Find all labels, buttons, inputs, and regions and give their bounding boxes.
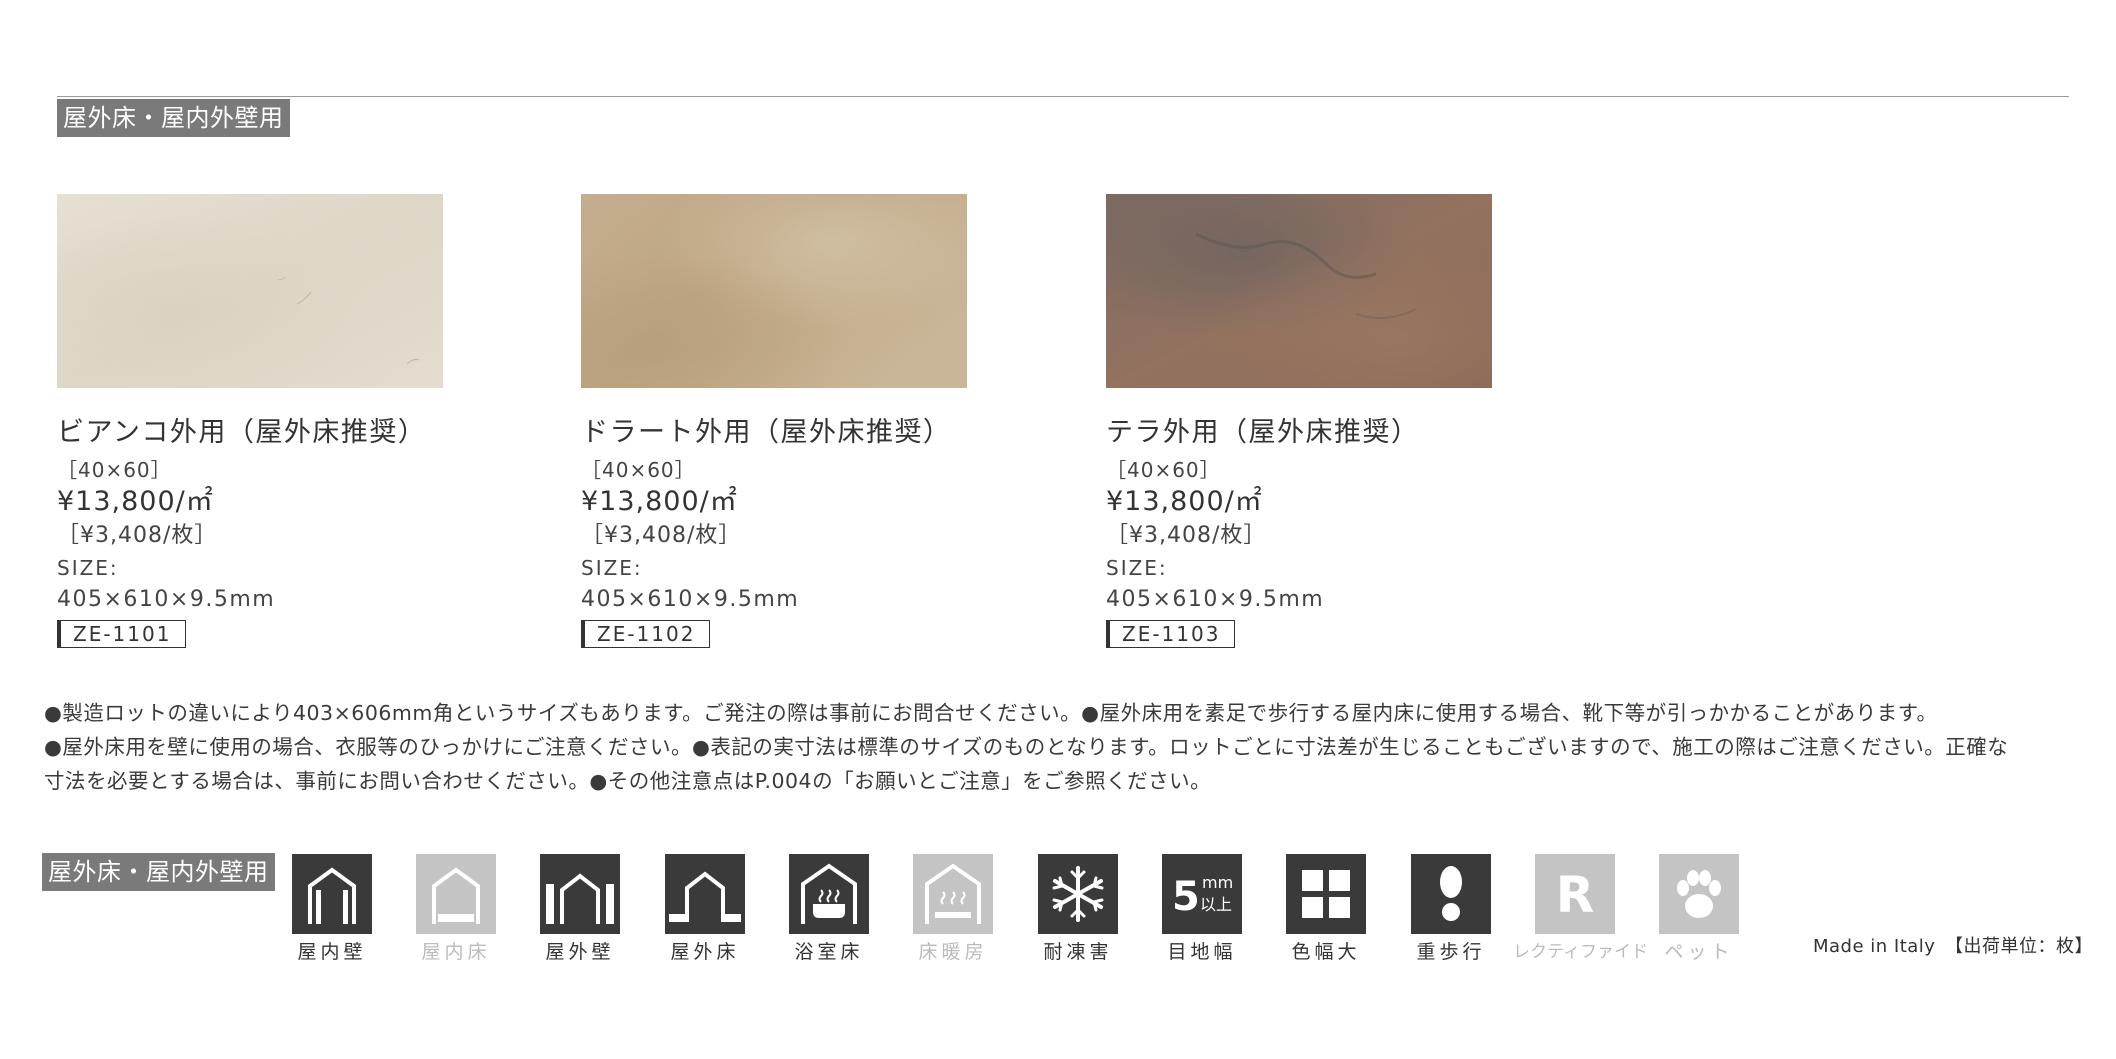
tile-swatch-bianco	[57, 194, 443, 388]
snowflake-icon	[1052, 866, 1104, 922]
origin-shipping-unit: Made in Italy 【出荷単位：枚】	[1813, 936, 2093, 957]
product-card-bianco: ビアンコ外用（屋外床推奨） ［40×60］ ¥13,800/㎡ ［¥3,408/…	[57, 194, 477, 648]
notes-block: ●製造ロットの違いにより403×606mm角というサイズもあります。ご発注の際は…	[44, 696, 2074, 798]
icon-label: 屋内床	[421, 941, 491, 963]
joint-width-number: 5	[1172, 874, 1200, 920]
product-unit-price: ［¥3,408/枚］	[1106, 523, 1267, 548]
product-size-label: SIZE:	[581, 556, 643, 580]
product-name: ドラート外用（屋外床推奨）	[581, 417, 952, 448]
note-line: 寸法を必要とする場合は、事前にお問い合わせください。●その他注意点はP.004の…	[44, 769, 1212, 793]
product-dimension: ［40×60］	[57, 458, 172, 482]
paw-icon	[1677, 870, 1721, 918]
usage-icon-outdoor-floor: 屋外床	[643, 854, 767, 964]
product-price: ¥13,800/㎡	[581, 486, 738, 517]
icon-label: 浴室床	[794, 941, 864, 963]
tile-image-terra	[1106, 194, 1492, 388]
tile-image-bianco	[57, 194, 443, 388]
icon-label: レクティファイド	[1513, 942, 1648, 962]
usage-icon-pet: ペット	[1637, 854, 1761, 964]
joint-width-icon: 5 mm 以上	[1172, 873, 1233, 920]
header-rule	[57, 96, 2069, 97]
product-code: ZE-1102	[581, 620, 711, 648]
product-unit-price: ［¥3,408/枚］	[581, 523, 742, 548]
product-code: ZE-1101	[57, 620, 187, 648]
indoor-wall-icon	[308, 867, 356, 924]
icon-label: 屋外壁	[545, 941, 615, 963]
product-size-label: SIZE:	[57, 556, 119, 580]
usage-icon-heavy-traffic: 重歩行	[1389, 854, 1513, 964]
usage-icon-color-variation: 色幅大	[1264, 854, 1388, 964]
product-name: ビアンコ外用（屋外床推奨）	[57, 417, 427, 448]
icon-label: ペット	[1664, 941, 1734, 963]
tile-swatch-dorato	[581, 194, 967, 388]
product-code: ZE-1103	[1106, 620, 1236, 648]
product-card-terra: テラ外用（屋外床推奨） ［40×60］ ¥13,800/㎡ ［¥3,408/枚］…	[1106, 194, 1526, 648]
usage-icon-indoor-wall: 屋内壁	[270, 854, 394, 964]
usage-icon-bathroom-floor: 浴室床	[767, 854, 891, 964]
product-size-label: SIZE:	[1106, 556, 1168, 580]
icon-label: 屋外床	[670, 941, 740, 963]
outdoor-floor-icon	[669, 871, 741, 922]
section-label-top: 屋外床・屋内外壁用	[57, 99, 290, 137]
rectified-icon: R	[1556, 866, 1595, 924]
usage-icon-indoor-floor: 屋内床	[394, 854, 518, 964]
product-dimension: ［40×60］	[581, 458, 696, 482]
product-size: 405×610×9.5mm	[1106, 587, 1325, 612]
bathroom-floor-icon	[801, 863, 857, 924]
icon-label: 重歩行	[1416, 941, 1486, 963]
usage-icon-frost-resistant: 耐凍害	[1016, 854, 1140, 964]
product-size: 405×610×9.5mm	[581, 587, 800, 612]
product-price: ¥13,800/㎡	[57, 486, 214, 517]
icon-label: 床暖房	[918, 941, 988, 963]
product-unit-price: ［¥3,408/枚］	[57, 523, 218, 548]
product-size: 405×610×9.5mm	[57, 587, 276, 612]
outdoor-wall-icon	[546, 873, 614, 924]
icon-label: 耐凍害	[1043, 941, 1113, 963]
indoor-floor-icon	[432, 867, 480, 924]
color-variation-icon	[1302, 870, 1350, 918]
product-name: テラ外用（屋外床推奨）	[1106, 417, 1420, 448]
rectified-letter: R	[1556, 866, 1595, 924]
footprint-icon	[1440, 866, 1462, 921]
icon-label: 色幅大	[1291, 941, 1361, 963]
usage-icon-outdoor-wall: 屋外壁	[518, 854, 642, 964]
usage-icon-rectified: R レクティファイド	[1513, 854, 1648, 964]
joint-width-suffix: 以上	[1200, 895, 1232, 914]
tile-swatch-terra	[1106, 194, 1492, 388]
tile-image-dorato	[581, 194, 967, 388]
product-card-dorato: ドラート外用（屋外床推奨） ［40×60］ ¥13,800/㎡ ［¥3,408/…	[581, 194, 1001, 648]
note-line: ●製造ロットの違いにより403×606mm角というサイズもあります。ご発注の際は…	[44, 701, 1938, 725]
note-line: ●屋外床用を壁に使用の場合、衣服等のひっかけにご注意ください。●表記の実寸法は標…	[44, 735, 2009, 759]
joint-width-unit: mm	[1202, 873, 1233, 892]
section-label-bottom: 屋外床・屋内外壁用	[42, 853, 275, 891]
icon-label: 目地幅	[1167, 941, 1237, 963]
floor-heating-icon	[925, 863, 981, 924]
usage-icon-joint-width: 5 mm 以上 目地幅	[1140, 854, 1264, 964]
product-price: ¥13,800/㎡	[1106, 486, 1263, 517]
icon-label: 屋内壁	[297, 941, 367, 963]
product-dimension: ［40×60］	[1106, 458, 1221, 482]
usage-icon-floor-heating: 床暖房	[891, 854, 1015, 964]
